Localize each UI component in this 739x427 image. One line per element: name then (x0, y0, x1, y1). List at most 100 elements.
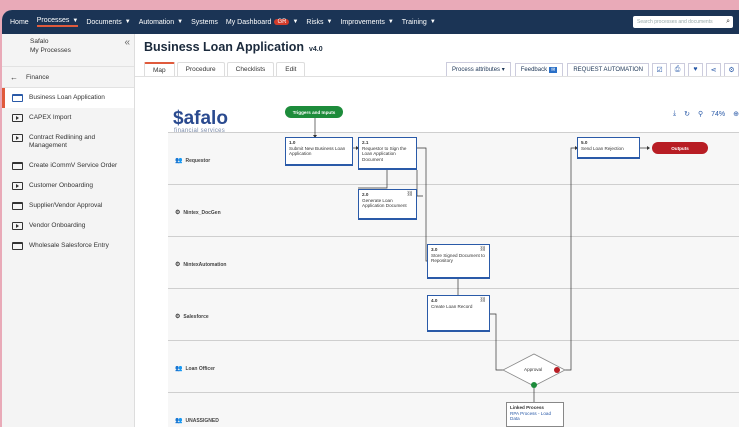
activity-text: Submit New Business Loan Application (289, 145, 346, 157)
sidebar-item-vendor-onboarding[interactable]: Vendor Onboarding (2, 216, 134, 236)
search-placeholder: Search processes and documents (637, 19, 713, 25)
play-icon (12, 134, 23, 142)
search-icon[interactable]: ⌕ (726, 18, 730, 26)
heart-icon[interactable]: ♥ (688, 62, 703, 77)
feedback-label: Feedback (520, 66, 548, 73)
linked-process-value[interactable]: RPA Process - Load Data (510, 411, 560, 422)
nav-training[interactable]: Training ▼ (402, 19, 436, 26)
sidebar-item-label: Create iCommV Service Order (29, 162, 118, 169)
page-title: Business Loan Application (144, 40, 304, 54)
nav-documents[interactable]: Documents ▼ (86, 19, 130, 26)
play-icon (12, 114, 23, 122)
nav-my-dashboard-label: My Dashboard (225, 18, 272, 26)
sidebar: Safalo My Processes « ← Finance Business… (2, 34, 135, 427)
chevron-down-icon: ▼ (429, 19, 436, 25)
feedback-button[interactable]: Feedback ✉ (514, 62, 564, 77)
sidebar-item-label: Customer Onboarding (29, 182, 93, 189)
activity-2-1[interactable]: 2.1 Requestor to Sign the Loan Applicati… (358, 137, 417, 170)
request-automation-button[interactable]: REQUEST AUTOMATION (567, 62, 649, 77)
sidebar-item-business-loan-application[interactable]: Business Loan Application (2, 88, 134, 108)
nav-automation-label: Automation (138, 18, 175, 26)
linked-process[interactable]: Linked Process RPA Process - Load Data (506, 402, 564, 427)
nav-home[interactable]: Home (10, 19, 29, 26)
sidebar-item-create-icommv[interactable]: Create iCommV Service Order (2, 156, 134, 176)
activity-2-0[interactable]: ⛓ 2.0 Generate Loan Application Document (358, 189, 417, 220)
process-map-canvas[interactable]: $afalo financial services ⤓ ↻ ⚲ 74% ⊕ 👥 R… (168, 88, 739, 427)
activity-text: Send Loan Rejection (581, 145, 624, 151)
activity-text: Requestor to Sign the Loan Application D… (362, 145, 407, 162)
activity-text: Generate Loan Application Document (362, 197, 407, 209)
triggers-and-inputs[interactable]: Triggers and Inputs (285, 106, 343, 118)
nav-my-dashboard[interactable]: My Dashboard GR ▼ (226, 19, 298, 26)
activity-text: Store Signed Document to Repository (431, 252, 485, 264)
nav-risks[interactable]: Risks ▼ (306, 19, 332, 26)
tab-map[interactable]: Map (144, 62, 175, 77)
checkbox-icon[interactable]: ☑ (652, 62, 667, 77)
tab-bar: Map Procedure Checklists Edit (144, 62, 307, 77)
sidebar-item-label: Supplier/Vendor Approval (29, 202, 103, 209)
sidebar-item-supplier-vendor-approval[interactable]: Supplier/Vendor Approval (2, 196, 134, 216)
folder-icon (12, 94, 23, 102)
nav-documents-label: Documents (86, 18, 122, 26)
sidebar-item-capex-import[interactable]: CAPEX Import (2, 108, 134, 128)
nav-improvements[interactable]: Improvements ▼ (340, 19, 393, 26)
folder-icon (12, 162, 23, 170)
search-input[interactable]: Search processes and documents ⌕ (633, 16, 733, 28)
activity-5-0[interactable]: 5.0 Send Loan Rejection (577, 137, 640, 159)
sidebar-item-label: Vendor Onboarding (29, 222, 86, 229)
connector (490, 313, 503, 371)
approve-icon (531, 382, 537, 388)
sidebar-item-label: Contract Redlining and Management (29, 134, 96, 149)
folder-icon (12, 202, 23, 210)
play-icon (12, 182, 23, 190)
nav-training-label: Training (401, 18, 427, 26)
sidebar-item-contract-redlining[interactable]: Contract Redlining and Management (2, 128, 134, 156)
activity-text: Create Loan Record (431, 303, 473, 309)
chevron-down-icon: ▼ (177, 19, 184, 25)
process-attributes-label: Process attributes (452, 67, 501, 73)
nav-home-label: Home (10, 18, 29, 26)
link-icon: ⛓ (406, 191, 413, 197)
connector (565, 147, 577, 371)
back-label: Finance (26, 73, 50, 81)
chevron-down-icon: ▼ (326, 19, 333, 25)
arrow-head (647, 146, 650, 150)
nav-processes-label: Processes (36, 17, 70, 24)
connector (417, 147, 427, 262)
share-icon[interactable]: ⋖ (706, 62, 721, 77)
settings-icon[interactable]: ⚙ (724, 62, 739, 77)
play-icon (12, 222, 23, 230)
tab-edit[interactable]: Edit (276, 62, 306, 77)
app-window: Home Processes ▼ Documents ▼ Automation ▼ S… (2, 10, 739, 427)
tab-checklists[interactable]: Checklists (226, 62, 275, 77)
activity-1-0[interactable]: 1.0 Submit New Business Loan Application (285, 137, 353, 166)
print-icon[interactable]: ⎙ (670, 62, 685, 77)
message-icon: ✉ (549, 66, 558, 73)
activity-3-0[interactable]: ⛓ 3.0 Store Signed Document to Repositor… (427, 244, 490, 279)
collapse-sidebar-icon[interactable]: « (124, 37, 130, 48)
chevron-down-icon: ▼ (124, 19, 131, 25)
link-icon: ⛓ (479, 297, 486, 303)
sidebar-item-customer-onboarding[interactable]: Customer Onboarding (2, 176, 134, 196)
back-to-finance[interactable]: ← Finance (2, 67, 134, 88)
process-attributes-button[interactable]: Process attributes ▾ (446, 62, 511, 77)
action-toolbar: Process attributes ▾ Feedback ✉ REQUEST A… (442, 62, 739, 77)
tab-procedure[interactable]: Procedure (176, 62, 225, 77)
title-row: Business Loan Application v4.0 (144, 40, 323, 54)
sidebar-item-wholesale-salesforce[interactable]: Wholesale Salesforce Entry (2, 236, 134, 256)
chevron-down-icon: ▾ (501, 67, 505, 73)
user-badge: GR (274, 19, 290, 25)
nav-systems[interactable]: Systems (191, 19, 218, 26)
nav-automation[interactable]: Automation ▼ (139, 19, 183, 26)
nav-risks-label: Risks (306, 18, 324, 26)
arrow-left-icon: ← (10, 72, 18, 82)
chevron-down-icon: ▼ (387, 19, 394, 25)
chevron-down-icon: ▼ (72, 17, 79, 24)
activity-4-0[interactable]: ⛓ 4.0 Create Loan Record (427, 295, 490, 332)
nav-processes[interactable]: Processes ▼ (36, 17, 79, 27)
outputs[interactable]: Outputs (652, 142, 708, 154)
org-name: Safalo (30, 38, 49, 45)
reject-icon (554, 367, 560, 373)
nav-improvements-label: Improvements (340, 18, 385, 26)
section-name: My Processes (30, 47, 71, 54)
